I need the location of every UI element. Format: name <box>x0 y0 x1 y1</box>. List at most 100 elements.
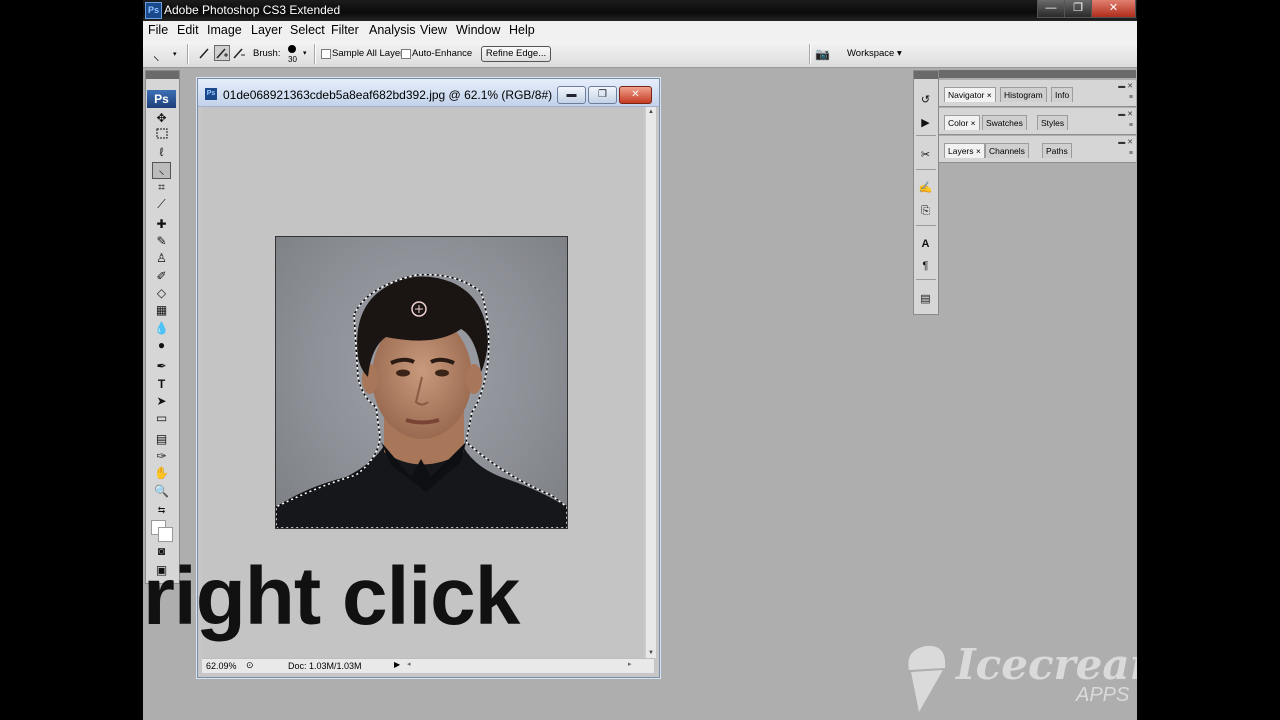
menu-edit[interactable]: Edit <box>177 23 199 37</box>
tab-channels[interactable]: Channels <box>985 143 1029 158</box>
overlay-caption: right click <box>143 551 520 642</box>
dodge-tool-icon[interactable]: ● <box>153 338 170 353</box>
toolbox-logo: Ps <box>147 90 176 108</box>
notes-tool-icon[interactable]: ▤ <box>153 432 170 447</box>
layer-comps-panel-icon[interactable]: ▤ <box>918 292 933 306</box>
panel-group-controls-icon[interactable]: ▬ ✕ <box>1118 138 1133 146</box>
document-close-button[interactable]: ✕ <box>619 86 652 104</box>
document-title-bar[interactable]: Ps 01de068921363cdeb5a8eaf682bd392.jpg @… <box>198 79 659 107</box>
auto-enhance-checkbox[interactable] <box>401 49 411 59</box>
tab-navigator[interactable]: Navigator × <box>944 87 996 102</box>
tab-color[interactable]: Color × <box>944 115 980 130</box>
document-title: 01de068921363cdeb5a8eaf682bd392.jpg @ 62… <box>223 88 553 102</box>
tab-layers[interactable]: Layers × <box>944 143 985 158</box>
photo-canvas[interactable] <box>275 236 568 529</box>
type-tool-icon[interactable]: T <box>153 377 170 392</box>
subtract-from-selection-icon[interactable] <box>231 45 247 61</box>
dock-strip-header[interactable] <box>914 71 938 79</box>
healing-brush-tool-icon[interactable]: ✚ <box>153 217 170 232</box>
camera-icon[interactable]: 📷 <box>815 47 830 61</box>
background-color-swatch[interactable] <box>158 527 173 542</box>
menu-layer[interactable]: Layer <box>251 23 282 37</box>
panel-menu-icon[interactable]: ≡ <box>1129 122 1133 129</box>
marquee-tool-icon[interactable] <box>153 128 170 143</box>
menu-image[interactable]: Image <box>207 23 242 37</box>
menu-select[interactable]: Select <box>290 23 325 37</box>
brush-dropdown-icon[interactable]: ▾ <box>303 49 307 57</box>
close-button[interactable]: ✕ <box>1091 0 1136 18</box>
scroll-left-icon[interactable]: ◂ <box>407 660 411 668</box>
scroll-down-icon[interactable]: ▼ <box>648 650 654 656</box>
quick-selection-tool-icon[interactable]: ⸜ <box>152 162 171 179</box>
maximize-button[interactable]: ❐ <box>1064 0 1092 18</box>
menu-file[interactable]: File <box>148 23 168 37</box>
watermark-brand: Icecream <box>956 640 1137 689</box>
clone-stamp-tool-icon[interactable]: ♙ <box>153 251 170 266</box>
panel-column-header[interactable] <box>939 70 1136 78</box>
brushes-panel-icon[interactable]: ✍ <box>918 181 933 195</box>
actions-panel-icon[interactable]: ▶ <box>918 116 933 130</box>
eraser-tool-icon[interactable]: ◇ <box>153 286 170 301</box>
brush-label: Brush: <box>253 48 281 59</box>
status-menu-arrow-icon[interactable]: ▶ <box>394 660 400 669</box>
scroll-up-icon[interactable]: ▲ <box>648 109 654 115</box>
crop-tool-icon[interactable]: ⌗ <box>153 180 170 195</box>
panel-menu-icon[interactable]: ≡ <box>1129 150 1133 157</box>
menu-filter[interactable]: Filter <box>331 23 359 37</box>
scroll-right-icon[interactable]: ▸ <box>628 660 632 668</box>
shape-tool-icon[interactable]: ▭ <box>153 411 170 426</box>
history-brush-tool-icon[interactable]: ✐ <box>153 269 170 284</box>
lasso-tool-icon[interactable]: ℓ <box>153 145 170 160</box>
path-selection-tool-icon[interactable]: ➤ <box>153 394 170 409</box>
refine-edge-button[interactable]: Refine Edge... <box>481 46 551 62</box>
panel-group-controls-icon[interactable]: ▬ ✕ <box>1118 110 1133 118</box>
document-info: Doc: 1.03M/1.03M <box>288 661 362 671</box>
menu-help[interactable]: Help <box>509 23 535 37</box>
zoom-tool-icon[interactable]: 🔍 <box>153 484 170 499</box>
blur-tool-icon[interactable]: 💧 <box>153 321 170 336</box>
preset-dropdown-icon[interactable]: ▾ <box>173 50 177 58</box>
portrait-image <box>276 273 567 528</box>
slice-tool-icon[interactable]: ⟋ <box>153 197 170 212</box>
status-preview-icon[interactable]: ⊙ <box>246 660 254 671</box>
gradient-tool-icon[interactable]: ▦ <box>153 303 170 318</box>
tab-histogram[interactable]: Histogram <box>1000 87 1047 102</box>
tab-paths[interactable]: Paths <box>1042 143 1072 158</box>
photoshop-app: Ps Adobe Photoshop CS3 Extended — ❐ ✕ Fi… <box>143 0 1137 720</box>
minimize-button[interactable]: — <box>1037 0 1065 18</box>
quick-selection-preset-icon[interactable]: ⸜ <box>153 46 160 64</box>
auto-enhance-label: Auto-Enhance <box>412 48 473 59</box>
pen-tool-icon[interactable]: ✒ <box>153 359 170 374</box>
document-maximize-button[interactable]: ❐ <box>588 86 617 104</box>
zoom-level[interactable]: 62.09% <box>206 661 237 671</box>
character-panel-icon[interactable]: A <box>918 237 933 251</box>
hand-tool-icon[interactable]: ✋ <box>153 466 170 481</box>
sample-all-layers-checkbox[interactable] <box>321 49 331 59</box>
eyedropper-tool-icon[interactable]: ✑ <box>153 449 170 464</box>
menu-view[interactable]: View <box>420 23 447 37</box>
toolbox-header[interactable] <box>146 71 179 79</box>
panel-menu-icon[interactable]: ≡ <box>1129 94 1133 101</box>
menu-analysis[interactable]: Analysis <box>369 23 416 37</box>
add-to-selection-icon[interactable] <box>214 45 230 61</box>
menu-bar: File Edit Image Layer Select Filter Anal… <box>143 21 1137 42</box>
history-panel-icon[interactable]: ↺ <box>918 93 933 107</box>
workspace-menu[interactable]: Workspace ▾ <box>847 48 902 59</box>
tool-presets-panel-icon[interactable]: ✂ <box>918 148 933 162</box>
menu-window[interactable]: Window <box>456 23 500 37</box>
tab-info[interactable]: Info <box>1051 87 1074 102</box>
panel-group-controls-icon[interactable]: ▬ ✕ <box>1118 82 1133 90</box>
tab-styles[interactable]: Styles <box>1037 115 1069 130</box>
move-tool-icon[interactable]: ✥ <box>153 111 170 126</box>
clone-source-panel-icon[interactable]: ⎘ <box>918 204 933 218</box>
document-minimize-button[interactable]: ▬ <box>557 86 586 104</box>
tab-swatches[interactable]: Swatches <box>982 115 1027 130</box>
brush-size: 30 <box>288 55 297 64</box>
paragraph-panel-icon[interactable]: ¶ <box>918 259 933 273</box>
brush-tool-icon[interactable]: ✎ <box>153 234 170 249</box>
swap-colors-icon[interactable]: ⇆ <box>153 503 170 518</box>
brush-preview-icon[interactable] <box>288 45 296 53</box>
panel-dock-strip: ↺ ▶ ✂ ✍ ⎘ A ¶ ▤ <box>913 70 939 315</box>
new-selection-icon[interactable] <box>197 45 213 61</box>
vertical-scrollbar[interactable]: ▲ ▼ <box>645 107 656 658</box>
